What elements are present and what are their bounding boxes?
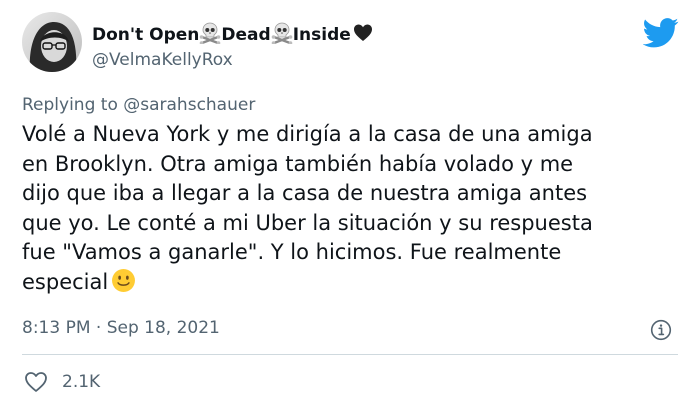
tweet-text-line: que yo. Le conté a mi Uber la situación … [22, 210, 593, 235]
replying-to: Replying to @sarahschauer [22, 95, 255, 115]
twitter-bird-icon[interactable] [642, 18, 679, 48]
tweet-text-line: fue "Vamos a ganarle". Y lo hicimos. Fue… [22, 240, 562, 264]
tweet-timestamp[interactable]: 8:13 PM · Sep 18, 2021 [22, 318, 220, 338]
like-count: 2.1K [62, 372, 101, 392]
divider [22, 354, 678, 355]
replying-prefix: Replying to [22, 95, 124, 115]
user-handle[interactable]: @VelmaKellyRox [92, 50, 233, 70]
tweet-text-line: Volé a Nueva York y me dirigía a la casa… [22, 122, 593, 146]
display-name-text-1: Don't Open [92, 25, 200, 45]
skull-crossbones-icon [199, 22, 221, 48]
heart-outline-icon[interactable] [24, 371, 48, 393]
tweet-text-line: especial [22, 269, 109, 294]
display-name-text-3: Inside [292, 25, 351, 45]
display-name-text-2: Dead [221, 25, 271, 45]
tweet-text-line: dijo que iba a llegar a la casa de nuest… [22, 181, 588, 205]
tweet-card: Don't Open Dead Inside @VelmaKellyRox Re… [0, 0, 700, 410]
tweet-text: Volé a Nueva York y me dirigía a la casa… [22, 120, 682, 301]
skull-crossbones-icon [271, 22, 293, 48]
info-icon[interactable] [650, 319, 672, 341]
slightly-smiling-face-icon [111, 268, 136, 302]
black-heart-icon [353, 23, 373, 47]
avatar[interactable] [22, 12, 82, 72]
tweet-text-last-line: especial [22, 268, 682, 302]
display-name[interactable]: Don't Open Dead Inside [92, 22, 373, 48]
like-button[interactable]: 2.1K [24, 371, 100, 393]
tweet-text-line: en Brooklyn. Otra amiga también había vo… [22, 151, 574, 176]
replying-to-handle[interactable]: @sarahschauer [123, 95, 255, 115]
